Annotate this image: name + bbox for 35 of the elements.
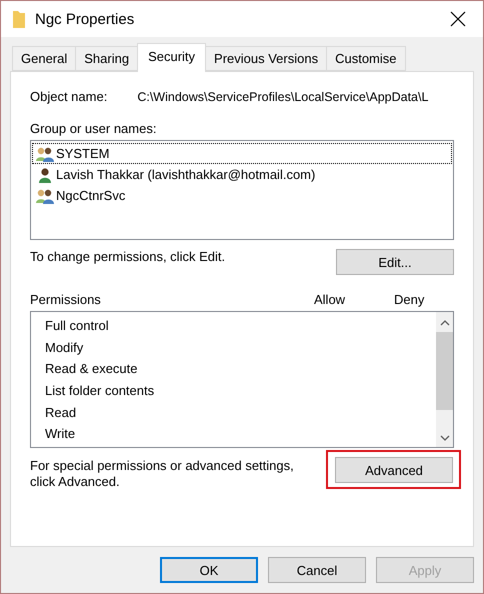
user-item[interactable]: Lavish Thakkar (lavishthakkar@hotmail.com): [32, 164, 452, 185]
tab[interactable]: Customise: [326, 46, 406, 71]
section-label: Group or user names:: [30, 121, 158, 136]
tab[interactable]: General: [12, 46, 76, 71]
permission-item: Read & execute: [45, 360, 139, 378]
permission-item: List folder contents: [45, 382, 156, 400]
scroll-up-icon[interactable]: [440, 318, 450, 328]
hint-text: For special permissions or advanced settings, click Advanced.: [30, 458, 295, 490]
permission-item: Read: [45, 404, 78, 422]
permission-item: Write: [45, 425, 76, 444]
users-icon: [36, 146, 54, 162]
column-header: Allow: [314, 292, 346, 307]
field-label: Object name:: [30, 89, 108, 104]
user-item[interactable]: SYSTEM: [32, 143, 452, 164]
scroll-down-icon[interactable]: [440, 433, 450, 443]
user-icon: [36, 166, 54, 182]
permissions-label: Permissions: [30, 292, 102, 307]
hint-text: To change permissions, click Edit.: [30, 249, 226, 264]
scrollbar[interactable]: [436, 312, 453, 447]
column-header: Deny: [394, 292, 426, 307]
dialog-button[interactable]: OK: [160, 557, 258, 583]
user-item[interactable]: NgcCtnrSvc: [32, 185, 452, 206]
edit-button[interactable]: Edit...: [336, 249, 454, 275]
permission-item: Modify: [45, 338, 84, 357]
users-icon: [36, 188, 54, 204]
dialog-button[interactable]: Cancel: [268, 557, 366, 583]
permission-item: Full control: [45, 317, 110, 335]
tab[interactable]: Security: [137, 43, 206, 72]
object-name-value: C:\Windows\ServiceProfiles\LocalService\AppData\L: [137, 90, 428, 104]
tab[interactable]: Previous Versions: [205, 46, 328, 71]
tab[interactable]: Sharing: [75, 46, 138, 71]
window-title: Ngc Properties: [35, 10, 136, 28]
advanced-button[interactable]: Advanced: [335, 457, 453, 483]
folder-icon: [13, 10, 25, 28]
close-icon: [450, 11, 466, 27]
